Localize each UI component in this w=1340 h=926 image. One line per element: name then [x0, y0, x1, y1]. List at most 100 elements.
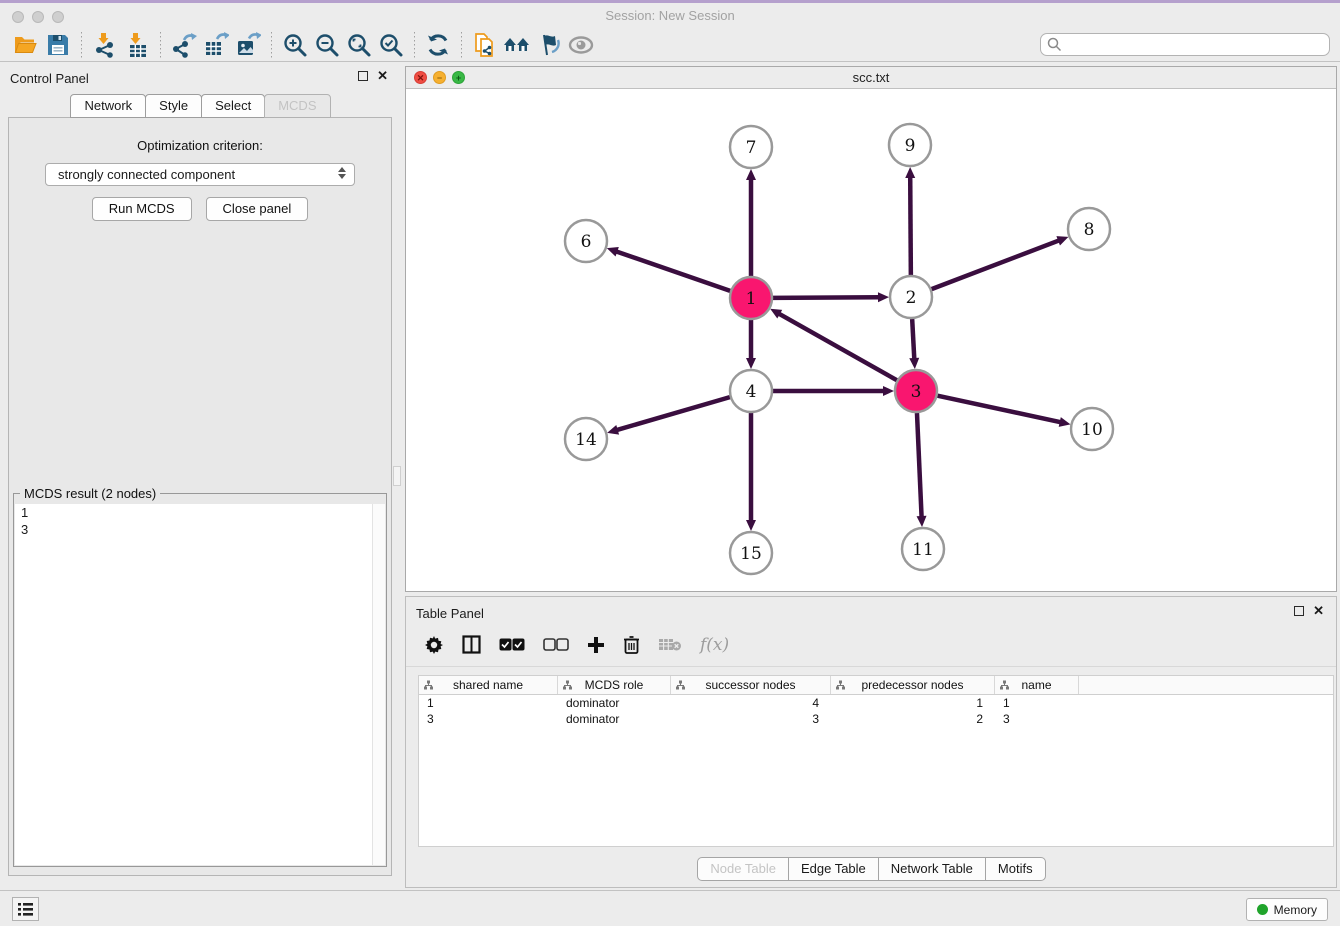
- unselect-all-columns-icon[interactable]: [543, 638, 569, 651]
- memory-status-icon: [1257, 904, 1268, 915]
- close-window-button[interactable]: [12, 11, 24, 23]
- close-panel-icon[interactable]: ✕: [377, 70, 388, 82]
- column-header-successor-nodes[interactable]: successor nodes: [671, 676, 831, 694]
- column-header-MCDS-role[interactable]: MCDS role: [558, 676, 671, 694]
- create-column-icon[interactable]: [587, 636, 605, 654]
- show-tasks-button[interactable]: [12, 897, 39, 921]
- open-session-icon[interactable]: [10, 30, 42, 60]
- table-cell[interactable]: dominator: [558, 711, 671, 727]
- zoom-in-icon[interactable]: [279, 30, 311, 60]
- show-graphics-details-icon[interactable]: [565, 30, 597, 60]
- close-table-panel-icon[interactable]: ✕: [1313, 605, 1324, 617]
- close-panel-button[interactable]: Close panel: [206, 197, 309, 221]
- graph-node-14[interactable]: 14: [565, 418, 607, 460]
- graph-node-4[interactable]: 4: [730, 370, 772, 412]
- search-input[interactable]: [1040, 33, 1330, 56]
- edge-arrowhead: [878, 292, 889, 302]
- network-maximize-icon[interactable]: +: [452, 71, 465, 84]
- graph-node-1[interactable]: 1: [730, 277, 772, 319]
- table-settings-gear-icon[interactable]: [424, 635, 444, 655]
- graph-node-10[interactable]: 10: [1071, 408, 1113, 450]
- delete-column-icon[interactable]: [623, 635, 640, 654]
- table-cell[interactable]: 3: [671, 711, 831, 727]
- column-header-name[interactable]: name: [995, 676, 1079, 694]
- network-close-icon[interactable]: ✕: [414, 71, 427, 84]
- float-table-panel-icon[interactable]: [1294, 606, 1304, 616]
- tab-node-table[interactable]: Node Table: [697, 857, 789, 881]
- run-mcds-button[interactable]: Run MCDS: [92, 197, 192, 221]
- mcds-result-list[interactable]: 13: [15, 504, 385, 865]
- hide-graphics-details-icon[interactable]: [533, 30, 565, 60]
- graph-node-8[interactable]: 8: [1068, 208, 1110, 250]
- table-cell[interactable]: 1: [995, 695, 1079, 711]
- graph-node-11[interactable]: 11: [902, 528, 944, 570]
- table-panel-header: Table Panel ✕: [406, 597, 1336, 623]
- edge-2-3[interactable]: [912, 319, 914, 360]
- network-canvas[interactable]: 7 9 6 8 1 2 4 3 14 10 15 11: [406, 89, 1336, 591]
- splitter-grip[interactable]: [393, 466, 401, 486]
- node-label: 2: [906, 288, 917, 308]
- toolbar-separator: [271, 32, 272, 58]
- graph-node-3[interactable]: 3: [895, 370, 937, 412]
- clone-network-icon[interactable]: [469, 30, 501, 60]
- save-session-icon[interactable]: [42, 30, 74, 60]
- table-cell[interactable]: 2: [831, 711, 995, 727]
- export-image-icon[interactable]: [232, 30, 264, 60]
- result-scrollbar[interactable]: [372, 504, 385, 865]
- task-list-icon: [17, 902, 34, 917]
- graph-node-2[interactable]: 2: [890, 276, 932, 318]
- export-network-icon[interactable]: [168, 30, 200, 60]
- tab-network-table[interactable]: Network Table: [878, 857, 986, 881]
- import-table-icon[interactable]: [121, 30, 153, 60]
- tab-motifs[interactable]: Motifs: [985, 857, 1046, 881]
- select-all-columns-icon[interactable]: [499, 638, 525, 651]
- table-cell[interactable]: 3: [995, 711, 1079, 727]
- zoom-fit-icon[interactable]: [343, 30, 375, 60]
- graph-node-9[interactable]: 9: [889, 124, 931, 166]
- column-header-shared-name[interactable]: shared name: [419, 676, 558, 694]
- edge-3-11[interactable]: [917, 413, 922, 518]
- edge-2-9[interactable]: [910, 176, 911, 275]
- minimize-window-button[interactable]: [32, 11, 44, 23]
- tab-mcds[interactable]: MCDS: [264, 94, 330, 118]
- edge-4-14[interactable]: [616, 397, 730, 430]
- table-row[interactable]: 3dominator323: [419, 711, 1333, 727]
- edge-3-1[interactable]: [778, 313, 897, 380]
- table-cell[interactable]: 4: [671, 695, 831, 711]
- edge-2-8[interactable]: [932, 240, 1060, 289]
- graph-node-7[interactable]: 7: [730, 126, 772, 168]
- refresh-icon[interactable]: [422, 30, 454, 60]
- node-label: 11: [912, 540, 934, 560]
- tab-edge-table[interactable]: Edge Table: [788, 857, 879, 881]
- network-window-titlebar[interactable]: ✕ − + scc.txt: [406, 67, 1336, 89]
- table-cell[interactable]: 1: [831, 695, 995, 711]
- network-minimize-icon[interactable]: −: [433, 71, 446, 84]
- zoom-out-icon[interactable]: [311, 30, 343, 60]
- graph-node-15[interactable]: 15: [730, 532, 772, 574]
- tab-network[interactable]: Network: [70, 94, 146, 118]
- graph-node-6[interactable]: 6: [565, 220, 607, 262]
- table-row[interactable]: 1dominator411: [419, 695, 1333, 711]
- import-network-icon[interactable]: [89, 30, 121, 60]
- network-graph[interactable]: 7 9 6 8 1 2 4 3 14 10 15 11: [406, 89, 1335, 591]
- column-header-predecessor-nodes[interactable]: predecessor nodes: [831, 676, 995, 694]
- tab-style[interactable]: Style: [145, 94, 202, 118]
- memory-button[interactable]: Memory: [1246, 898, 1328, 921]
- table-cell[interactable]: dominator: [558, 695, 671, 711]
- table-cell[interactable]: 1: [419, 695, 558, 711]
- float-panel-icon[interactable]: [358, 71, 368, 81]
- show-column-icon[interactable]: [462, 635, 481, 654]
- main-toolbar: [0, 28, 1340, 62]
- window-traffic-lights[interactable]: [12, 11, 64, 23]
- table-cell[interactable]: 3: [419, 711, 558, 727]
- zoom-window-button[interactable]: [52, 11, 64, 23]
- edge-1-2[interactable]: [773, 297, 880, 298]
- criterion-select[interactable]: strongly connected component: [45, 163, 355, 186]
- export-table-icon[interactable]: [200, 30, 232, 60]
- edge-1-6[interactable]: [615, 251, 730, 291]
- tab-select[interactable]: Select: [201, 94, 265, 118]
- first-neighbors-icon[interactable]: [501, 30, 533, 60]
- zoom-selected-icon[interactable]: [375, 30, 407, 60]
- node-table[interactable]: shared nameMCDS rolesuccessor nodesprede…: [418, 675, 1334, 847]
- edge-3-10[interactable]: [938, 396, 1062, 423]
